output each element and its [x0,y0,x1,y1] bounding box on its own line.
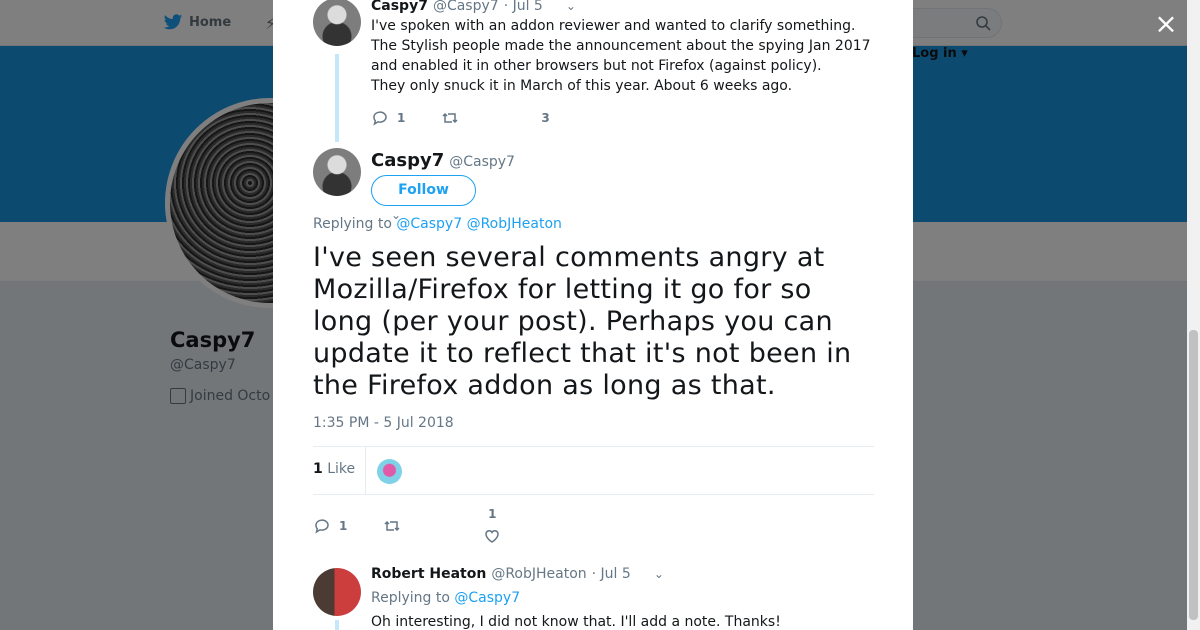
mention-link[interactable]: @Caspy7 [454,590,520,606]
scrollbar-thumb[interactable] [1189,330,1198,620]
avatar[interactable] [313,0,361,46]
reply-button[interactable]: 1 [371,109,405,127]
chevron-down-icon[interactable]: ⌄ [566,0,576,13]
author-handle[interactable]: @RobJHeaton [491,566,586,582]
reply-count: 1 [339,519,348,533]
tweet-line: I've spoken with an addon reviewer and w… [371,18,856,34]
tweet-modal: Caspy7 @Caspy7 · Jul 5 ⌄ I've spoken wit… [273,0,913,630]
thread-line [335,54,339,142]
reply-icon [315,519,329,534]
retweet-icon [384,520,400,532]
scrollbar[interactable] [1187,0,1200,630]
retweet-button[interactable] [441,109,459,127]
tweet-stats: 1 Like [313,446,874,495]
author-handle[interactable]: @Caspy7 [449,154,515,170]
tweet-header: Caspy7 @Caspy7 [371,150,515,171]
liker-avatar[interactable] [377,459,402,484]
tweet-time[interactable]: · Jul 5 [592,566,631,582]
author-name[interactable]: Robert Heaton [371,566,486,582]
retweet-icon [442,112,458,124]
replying-prefix: Replying to [371,590,450,606]
author-handle[interactable]: @Caspy7 [433,0,499,14]
tweet-header: Caspy7 @Caspy7 · Jul 5 ⌄ [371,0,576,14]
like-count: 1 [488,507,497,521]
replying-to: Replying to @Caspy7 [371,590,520,606]
tweet-text: I've spoken with an addon reviewer and w… [371,16,871,96]
divider [365,447,366,494]
reply-icon [373,111,387,126]
heart-icon [485,530,500,543]
tweet-header: Robert Heaton @RobJHeaton · Jul 5 ⌄ [371,566,664,582]
thread-line [335,620,339,630]
author-name[interactable]: Caspy7 [371,0,428,14]
main-tweet-text: I've seen several comments angry at Mozi… [313,242,852,401]
likes-stat[interactable]: 1 Like [313,461,355,477]
tweet-actions: 1 1 [313,507,501,545]
author-name[interactable]: Caspy7 [371,150,444,171]
avatar[interactable] [313,148,361,196]
likes-count: 1 [313,461,323,477]
like-button[interactable]: 3 [541,111,549,125]
retweet-button[interactable] [383,517,401,535]
mention-link[interactable]: @Caspy7 [396,216,462,232]
chevron-down-icon[interactable]: ⌄ [654,567,664,581]
tweet-line: They only snuck it in March of this year… [371,78,793,94]
reply-count: 1 [397,111,406,125]
close-icon[interactable]: × [1154,10,1178,38]
tweet-timestamp[interactable]: 1:35 PM - 5 Jul 2018 [313,415,454,431]
tweet-line: and enabled it in other browsers but not… [371,58,822,74]
reply-button[interactable]: 1 [313,517,347,535]
tweet-actions: 1 3 [371,109,550,127]
like-count: 3 [541,111,550,125]
like-button[interactable]: 1 [483,507,501,545]
tweet-time[interactable]: · Jul 5 [504,0,543,14]
tweet-text: Oh interesting, I did not know that. I'l… [371,614,781,630]
replying-to: Replying to @Caspy7 @RobJHeaton [313,216,562,232]
replying-prefix: Replying to [313,216,392,232]
follow-button[interactable]: Follow [371,175,476,206]
likes-label: Like [327,461,356,477]
avatar[interactable] [313,568,361,616]
mention-link[interactable]: @RobJHeaton [467,216,562,232]
tweet-line: The Stylish people made the announcement… [371,38,871,54]
